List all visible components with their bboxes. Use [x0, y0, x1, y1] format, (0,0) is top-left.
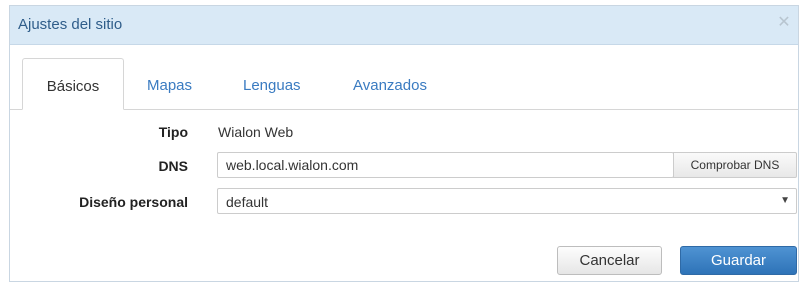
check-dns-button[interactable]: Comprobar DNS [673, 152, 797, 178]
tab-bar: Básicos Mapas Lenguas Avanzados [10, 44, 798, 110]
tab-lenguas[interactable]: Lenguas [243, 58, 301, 110]
tab-label: Mapas [147, 77, 193, 94]
tipo-value: Wialon Web [218, 124, 294, 140]
cancel-button[interactable]: Cancelar [557, 246, 662, 275]
close-icon[interactable]: ✕ [776, 15, 792, 31]
tab-label: Avanzados [353, 77, 427, 94]
tab-avanzados[interactable]: Avanzados [353, 58, 427, 110]
tab-label: Lenguas [243, 77, 301, 94]
tab-label: Básicos [46, 78, 100, 95]
design-select[interactable]: default ▼ [217, 188, 797, 214]
dns-input[interactable] [217, 152, 674, 178]
tab-basicos[interactable]: Básicos [22, 58, 124, 110]
dialog-title: Ajustes del sitio [18, 16, 123, 33]
dialog-titlebar[interactable]: Ajustes del sitio ✕ [10, 6, 798, 45]
design-selected-value: default [226, 194, 269, 210]
save-button[interactable]: Guardar [680, 246, 797, 275]
dropdown-arrow-icon: ▼ [780, 195, 790, 206]
tab-mapas[interactable]: Mapas [147, 58, 192, 110]
site-settings-dialog: Ajustes del sitio ✕ Básicos Mapas Lengua… [9, 5, 799, 282]
design-label: Diseño personal [79, 194, 188, 210]
dns-label: DNS [158, 158, 188, 174]
tipo-label: Tipo [158, 124, 188, 140]
